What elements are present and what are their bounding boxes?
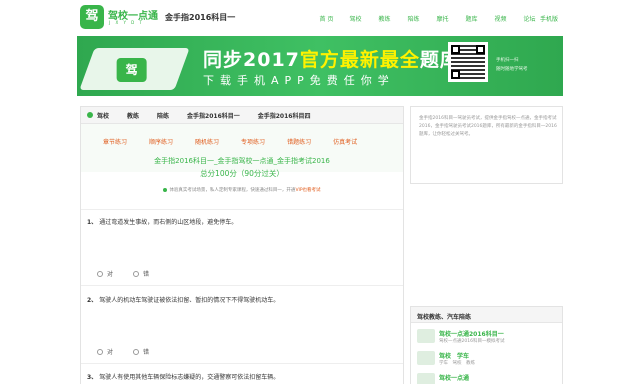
question-2: 2、 驾驶人的机动车驾驶证被依法扣留、暂扣的情况下不得驾驶机动车。 <box>87 295 279 304</box>
question-number: 2、 <box>87 297 98 304</box>
nav-home[interactable]: 首 页 <box>312 14 341 23</box>
question-text: 通过弯道发生事故，而右侧的山区地段，避免停车。 <box>99 219 238 226</box>
breadcrumb: 驾校 教练 陪练 金手指2016科目一 金手指2016科目四 <box>81 107 403 124</box>
nav-motorcycle[interactable]: 摩托 <box>428 14 457 23</box>
question-text: 驾驶人的机动车驾驶证被依法扣留、暂扣的情况下不得驾驶机动车。 <box>99 297 280 304</box>
qr-corner <box>476 45 485 54</box>
nav-video[interactable]: 视频 <box>486 14 515 23</box>
radio-button[interactable] <box>133 270 140 277</box>
related-item-title[interactable]: 驾校一点通2016科目一 <box>439 329 504 338</box>
divider <box>81 209 403 210</box>
site-header: 驾 驾校一点通 J X Y D T 金手指2016科目一 首 页 驾校 教练 陪… <box>0 0 640 34</box>
related-item-title[interactable]: 驾校一点通 <box>439 373 469 382</box>
mode-mock-exam[interactable]: 仿真考试 <box>333 137 357 146</box>
nav-mobile-link[interactable]: 手机版 <box>540 14 558 23</box>
site-logo[interactable]: 驾 驾校一点通 J X Y D T <box>80 5 158 29</box>
option-label: 对 <box>107 349 114 356</box>
option-false[interactable]: 错 <box>133 269 149 278</box>
question-2-options: 对 错 <box>97 347 169 356</box>
breadcrumb-subject4[interactable]: 金手指2016科目四 <box>258 111 311 120</box>
question-text: 驾驶人有使用其他车辆保险标志嫌疑的，交通警察可依法扣留车辆。 <box>99 374 280 381</box>
score-info: 总分100分（90分过关） <box>200 169 284 178</box>
radio-button[interactable] <box>97 270 103 277</box>
thumbnail-image <box>417 351 435 365</box>
app-logo-icon: 驾 <box>116 58 147 82</box>
vip-link[interactable]: VIP也看考试 <box>295 188 320 193</box>
radio-button[interactable] <box>97 348 103 355</box>
banner-scan-hint: 手机扫一扫 随时随地学驾考 <box>496 56 528 74</box>
related-title: 驾校教练、汽车陪练 <box>411 307 562 323</box>
thumbnail-image <box>417 329 435 343</box>
vip-notice: 体验真实考试场景，私人定制专家课程，快速通过科目一，开通VIP也看考试 <box>81 187 403 193</box>
qr-corner <box>451 45 460 54</box>
exam-panel: 驾校 教练 陪练 金手指2016科目一 金手指2016科目四 章节练习 顺序练习… <box>80 106 404 384</box>
phone-illustration: 驾 <box>79 48 190 90</box>
logo-subtext: J X Y D T <box>109 20 144 25</box>
banner-headline-part2: 官方最新最全 <box>299 49 420 71</box>
sidebar-intro: 金手指2016科目一驾驶员考试，提供金手指驾校一点通，金手指考试2016，金手指… <box>410 106 563 184</box>
breadcrumb-driving-school[interactable]: 驾校 <box>97 111 109 120</box>
option-false[interactable]: 错 <box>133 347 149 356</box>
app-download-banner[interactable]: 驾 同步2017官方最新最全题库 下载手机APP免费任你学 手机扫一扫 随时随地… <box>77 36 563 96</box>
option-label: 错 <box>143 271 150 278</box>
question-number: 1、 <box>87 219 98 226</box>
page-title: 金手指2016科目一 <box>165 13 236 22</box>
nav-practice[interactable]: 陪练 <box>399 14 428 23</box>
related-item-desc: 学车 驾校 教练 <box>439 361 475 366</box>
related-item-title[interactable]: 驾校 学车 <box>439 351 469 360</box>
nav-driving-school[interactable]: 驾校 <box>341 14 370 23</box>
mode-random[interactable]: 随机练习 <box>195 137 219 146</box>
notice-text: 体验真实考试场景，私人定制专家课程，快速通过科目一，开通 <box>169 188 296 193</box>
mode-chapter[interactable]: 章节练习 <box>103 137 127 146</box>
banner-headline-part1: 同步2017 <box>203 49 300 71</box>
qr-code-icon <box>448 42 488 82</box>
mode-sequential[interactable]: 顺序练习 <box>149 137 173 146</box>
intro-text: 金手指2016科目一驾驶员考试，提供金手指驾校一点通，金手指考试2016，金手指… <box>419 116 557 137</box>
mode-wrong-answers[interactable]: 错题练习 <box>287 137 311 146</box>
divider <box>81 363 403 364</box>
breadcrumb-practice[interactable]: 陪练 <box>157 111 169 120</box>
banner-subline: 下载手机APP免费任你学 <box>203 74 395 87</box>
logo-icon: 驾 <box>80 5 104 29</box>
thumbnail-image <box>417 373 435 384</box>
sidebar-related: 驾校教练、汽车陪练 驾校一点通2016科目一 驾校一点通2016科目一模拟考试 … <box>410 306 563 384</box>
related-item-desc: 驾校一点通2016科目一模拟考试 <box>439 339 505 344</box>
breadcrumb-coach[interactable]: 教练 <box>127 111 139 120</box>
breadcrumb-subject1[interactable]: 金手指2016科目一 <box>187 111 240 120</box>
option-true[interactable]: 对 <box>97 269 113 278</box>
option-label: 对 <box>107 271 114 278</box>
radio-button[interactable] <box>133 348 140 355</box>
question-3: 3、 驾驶人有使用其他车辆保险标志嫌疑的，交通警察可依法扣留车辆。 <box>87 372 279 381</box>
question-number: 3、 <box>87 374 98 381</box>
scan-hint-line1: 手机扫一扫 <box>496 58 519 63</box>
practice-mode-links: 章节练习 顺序练习 随机练习 专项练习 错题练习 仿真考试 <box>103 137 379 146</box>
mode-topic[interactable]: 专项练习 <box>241 137 265 146</box>
option-label: 错 <box>143 349 150 356</box>
divider <box>81 285 403 286</box>
home-icon <box>87 112 93 118</box>
qr-corner <box>451 70 460 79</box>
top-nav: 首 页 驾校 教练 陪练 摩托 题库 视频 论坛 <box>312 14 544 23</box>
nav-coach[interactable]: 教练 <box>370 14 399 23</box>
info-icon <box>163 187 168 192</box>
option-true[interactable]: 对 <box>97 347 113 356</box>
question-1: 1、 通过弯道发生事故，而右侧的山区地段，避免停车。 <box>87 217 237 226</box>
banner-headline: 同步2017官方最新最全题库 <box>203 45 460 72</box>
exam-heading: 金手指2016科目一_金手指驾校一点通_金手指考试2016 <box>154 157 330 165</box>
question-1-options: 对 错 <box>97 269 169 278</box>
nav-question-bank[interactable]: 题库 <box>457 14 486 23</box>
scan-hint-line2: 随时随地学驾考 <box>496 67 528 72</box>
